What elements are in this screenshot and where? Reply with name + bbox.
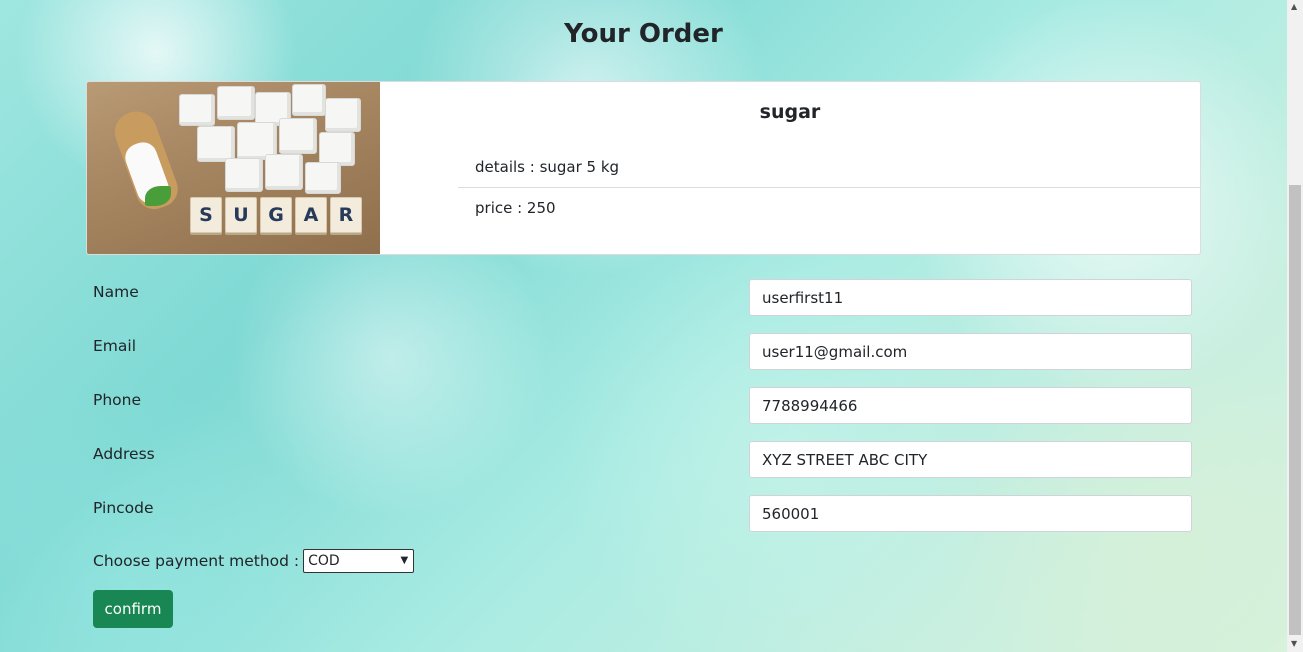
sugar-cube xyxy=(305,162,341,194)
sugar-cube xyxy=(179,94,215,126)
letter-tile: U xyxy=(225,197,257,233)
product-card: S U G A R sugar details : sugar 5 kg pri… xyxy=(86,81,1201,255)
phone-input[interactable] xyxy=(749,387,1192,424)
pincode-input[interactable] xyxy=(749,495,1192,532)
order-page: Your Order S U G A R sugar details: sug… xyxy=(0,0,1287,652)
email-label: Email xyxy=(93,337,137,355)
product-name: sugar xyxy=(759,101,821,123)
product-price: price : 250 xyxy=(475,199,556,217)
vertical-scrollbar[interactable]: ▲ ▼ xyxy=(1287,0,1303,652)
payment-method-label: Choose payment method : xyxy=(93,552,300,570)
payment-row: Choose payment method : COD ▼ xyxy=(93,549,415,573)
payment-method-value: COD xyxy=(308,553,340,569)
address-input[interactable] xyxy=(749,441,1192,478)
sugar-cube xyxy=(325,98,361,132)
sugar-cube xyxy=(265,154,303,190)
payment-method-select[interactable]: COD ▼ xyxy=(303,549,415,573)
product-info: sugar details : sugar 5 kg price : 250 xyxy=(380,82,1200,254)
email-input[interactable] xyxy=(749,333,1192,370)
address-label: Address xyxy=(93,445,155,463)
scroll-down-icon[interactable]: ▼ xyxy=(1291,639,1297,648)
name-input[interactable] xyxy=(749,279,1192,316)
sugar-cube xyxy=(279,118,317,154)
scroll-up-icon[interactable]: ▲ xyxy=(1291,2,1297,11)
phone-label: Phone xyxy=(93,391,142,409)
letter-tile: A xyxy=(295,197,327,233)
sugar-cube xyxy=(197,126,235,162)
confirm-button[interactable]: confirm xyxy=(93,590,173,628)
letter-tile: R xyxy=(330,197,362,233)
pincode-label: Pincode xyxy=(93,499,154,517)
scroll-thumb[interactable] xyxy=(1289,185,1301,635)
sugar-cube xyxy=(225,158,263,192)
sugar-cube xyxy=(217,86,255,120)
page-title: Your Order xyxy=(564,19,723,49)
letter-tile: S xyxy=(190,197,222,233)
name-label: Name xyxy=(93,283,139,301)
sugar-cube xyxy=(319,132,355,166)
product-details: details : sugar 5 kg xyxy=(458,147,1200,188)
sugar-cube xyxy=(292,84,326,116)
product-image: S U G A R xyxy=(87,82,380,254)
letter-tile: G xyxy=(260,197,292,233)
letter-tiles: S U G A R xyxy=(190,197,362,233)
chevron-down-icon: ▼ xyxy=(400,555,409,566)
